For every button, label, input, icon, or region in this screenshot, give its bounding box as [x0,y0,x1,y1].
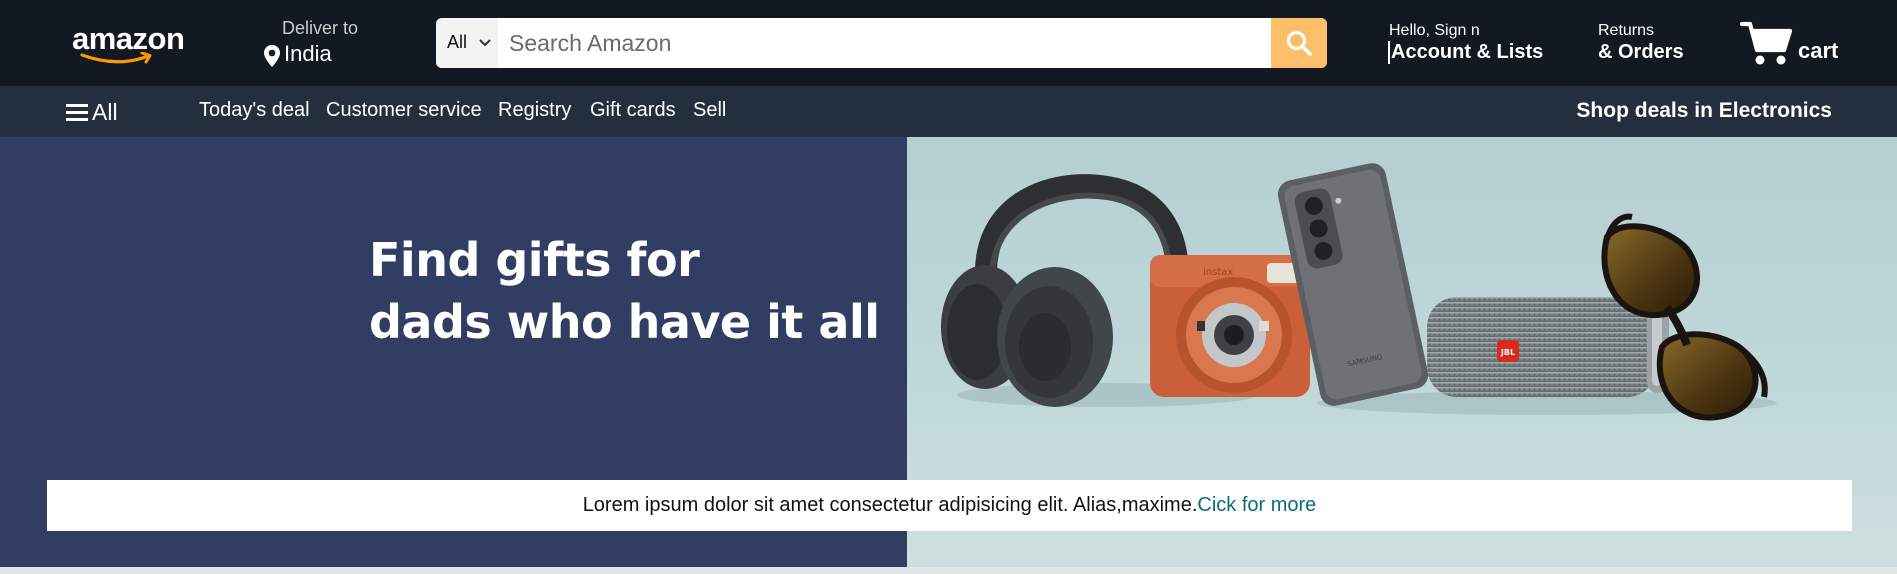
secondary-navbar: All Today's deal Customer service Regist… [0,86,1897,137]
promo-banner: Lorem ipsum dolor sit amet consectetur a… [47,480,1852,531]
hero-title-line2: dads who have it all [369,295,880,349]
all-menu-button[interactable]: All [66,98,118,126]
account-lists[interactable]: Hello, Sign n Account & Lists [1388,20,1543,68]
nav-link-todays-deal[interactable]: Today's deal [199,99,310,122]
all-menu-label: All [92,98,118,125]
nav-link-gift-cards[interactable]: Gift cards [590,99,676,122]
search-icon [1286,30,1312,56]
account-greeting: Hello, Sign n [1389,22,1480,39]
banner-text: Lorem ipsum dolor sit amet consectetur a… [582,494,1198,516]
shop-deals-link[interactable]: Shop deals in Electronics [1576,99,1832,123]
chevron-down-icon [479,39,491,47]
search-category-value: All [447,32,468,52]
camera-brand: instax [1203,267,1233,278]
search-button[interactable] [1271,18,1327,68]
smile-arrow-icon [80,52,152,64]
cart-button[interactable]: cart [1740,18,1850,70]
nav-link-registry[interactable]: Registry [498,99,571,122]
instant-camera-image: instax [1150,255,1310,397]
account-label: Account & Lists [1388,41,1543,64]
cart-icon [1740,21,1793,65]
amazon-logo[interactable]: amazon [72,22,192,66]
deliver-to-label: Deliver to [282,18,359,38]
orders-label: & Orders [1598,41,1684,63]
search-bar: All [436,18,1327,68]
nav-link-customer-service[interactable]: Customer service [326,99,482,122]
speaker-brand: JBL [1500,348,1515,357]
hamburger-icon [66,104,88,121]
returns-orders[interactable]: Returns & Orders [1598,20,1698,68]
nav-link-sell[interactable]: Sell [693,99,726,122]
location-pin-icon [264,45,280,67]
headphones-image [941,174,1189,407]
logo-wordmark: amazon [72,21,185,56]
search-category-select[interactable]: All [436,18,498,68]
banner-link[interactable]: Cick for more [1197,494,1316,517]
deliver-location: India [284,41,332,66]
hero-title-line1: Find gifts for [369,233,700,287]
top-navbar: amazon Deliver to India All Hello [0,0,1897,86]
cart-label: cart [1798,38,1839,63]
search-input[interactable] [498,18,1257,68]
returns-label: Returns [1598,22,1655,39]
hero-title: Find gifts for dads who have it all [369,229,889,353]
hero-section: Find gifts for dads who have it all inst… [0,137,1897,574]
deliver-to[interactable]: Deliver to India [262,18,382,70]
